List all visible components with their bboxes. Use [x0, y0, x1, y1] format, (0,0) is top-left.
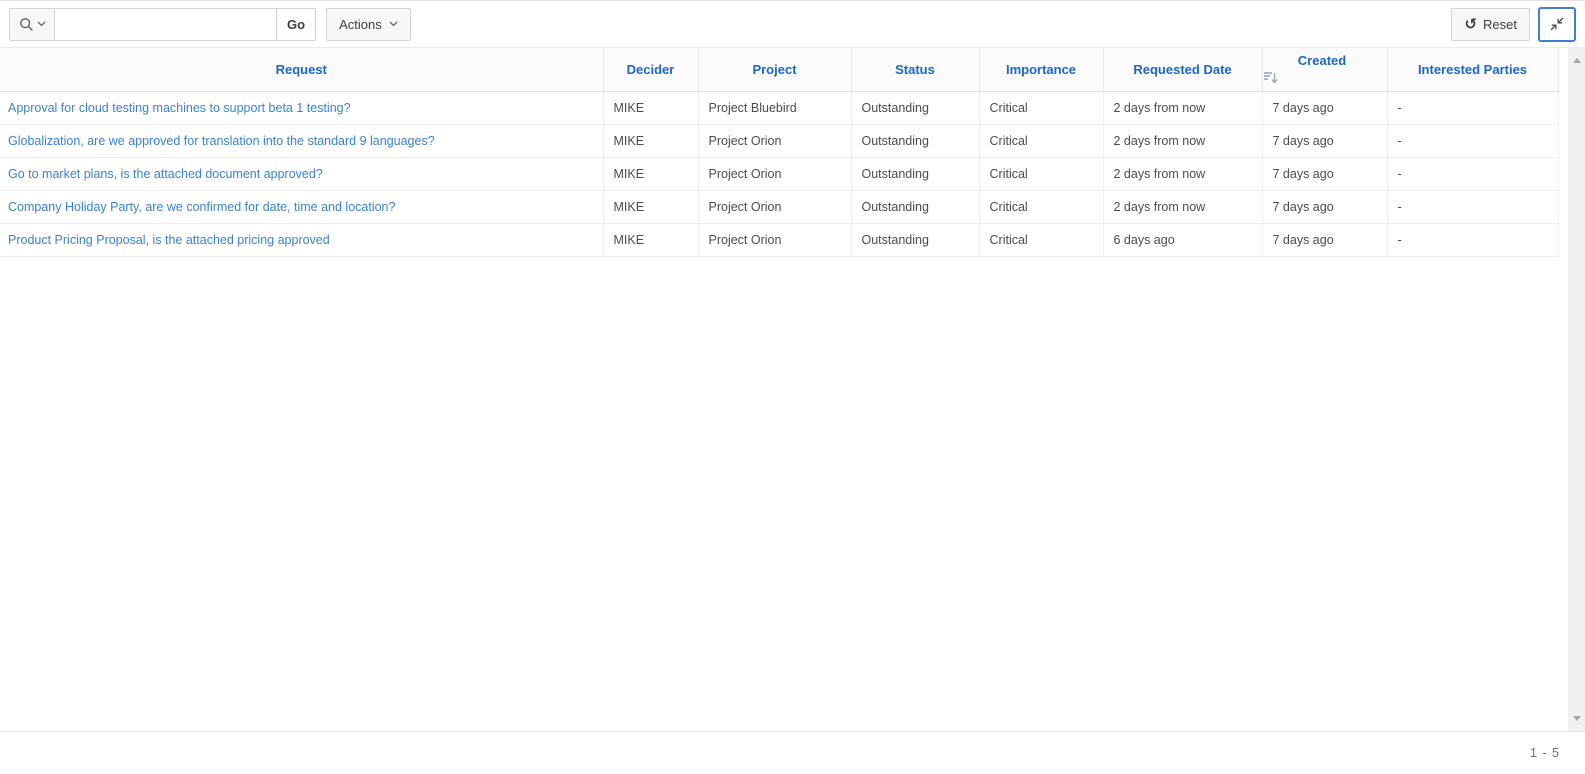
- cell-project: Project Orion: [698, 124, 851, 157]
- column-header-interested-parties[interactable]: Interested Parties: [1387, 48, 1558, 91]
- cell-project: Project Bluebird: [698, 91, 851, 124]
- collapse-icon: [1549, 16, 1565, 32]
- search-input[interactable]: [55, 8, 277, 41]
- cell-project: Project Orion: [698, 157, 851, 190]
- cell-interested-parties: -: [1387, 124, 1558, 157]
- cell-decider: MIKE: [603, 124, 698, 157]
- cell-project: Project Orion: [698, 190, 851, 223]
- chevron-down-icon: [389, 21, 398, 27]
- column-header-request[interactable]: Request: [0, 48, 603, 91]
- cell-created: 7 days ago: [1262, 190, 1387, 223]
- table-row: Globalization, are we approved for trans…: [0, 124, 1558, 157]
- column-header-decider[interactable]: Decider: [603, 48, 698, 91]
- interactive-report-region: Request Decider Project Status Importanc…: [0, 48, 1585, 731]
- cell-created: 7 days ago: [1262, 91, 1387, 124]
- vertical-scrollbar[interactable]: [1568, 48, 1585, 731]
- cell-status: Outstanding: [851, 157, 979, 190]
- cell-importance: Critical: [979, 91, 1103, 124]
- request-link[interactable]: Product Pricing Proposal, is the attache…: [8, 233, 330, 247]
- cell-decider: MIKE: [603, 190, 698, 223]
- table-row: Go to market plans, is the attached docu…: [0, 157, 1558, 190]
- table-row: Product Pricing Proposal, is the attache…: [0, 223, 1558, 256]
- header-row: Request Decider Project Status Importanc…: [0, 48, 1558, 91]
- column-header-status[interactable]: Status: [851, 48, 979, 91]
- cell-requested-date: 2 days from now: [1103, 91, 1262, 124]
- reset-button-label: Reset: [1483, 17, 1517, 32]
- cell-interested-parties: -: [1387, 223, 1558, 256]
- pagination-range: 1 - 5: [1530, 746, 1560, 760]
- search-bar: Go: [9, 8, 316, 41]
- cell-status: Outstanding: [851, 190, 979, 223]
- cell-requested-date: 2 days from now: [1103, 157, 1262, 190]
- cell-importance: Critical: [979, 157, 1103, 190]
- request-link[interactable]: Globalization, are we approved for trans…: [8, 134, 435, 148]
- request-link[interactable]: Approval for cloud testing machines to s…: [8, 101, 351, 115]
- cell-interested-parties: -: [1387, 190, 1558, 223]
- collapse-region-button[interactable]: [1538, 7, 1576, 42]
- table-row: Approval for cloud testing machines to s…: [0, 91, 1558, 124]
- cell-status: Outstanding: [851, 124, 979, 157]
- actions-button[interactable]: Actions: [326, 8, 411, 41]
- cell-project: Project Orion: [698, 223, 851, 256]
- request-link[interactable]: Go to market plans, is the attached docu…: [8, 167, 323, 181]
- cell-importance: Critical: [979, 124, 1103, 157]
- column-header-project[interactable]: Project: [698, 48, 851, 91]
- cell-interested-parties: -: [1387, 157, 1558, 190]
- cell-requested-date: 2 days from now: [1103, 190, 1262, 223]
- table-row: Company Holiday Party, are we confirmed …: [0, 190, 1558, 223]
- cell-requested-date: 6 days ago: [1103, 223, 1262, 256]
- report-table: Request Decider Project Status Importanc…: [0, 48, 1559, 257]
- cell-interested-parties: -: [1387, 91, 1558, 124]
- search-icon: [19, 17, 34, 32]
- report-footer: 1 - 5: [0, 731, 1585, 774]
- cell-decider: MIKE: [603, 223, 698, 256]
- reset-icon: ↺: [1464, 17, 1477, 32]
- report-table-body: Approval for cloud testing machines to s…: [0, 91, 1558, 256]
- actions-button-label: Actions: [339, 17, 382, 32]
- cell-status: Outstanding: [851, 223, 979, 256]
- column-header-requested-date[interactable]: Requested Date: [1103, 48, 1262, 91]
- scroll-down-icon[interactable]: [1573, 716, 1581, 721]
- reset-button[interactable]: ↺ Reset: [1451, 8, 1530, 41]
- cell-created: 7 days ago: [1262, 223, 1387, 256]
- sort-descending-icon: [1263, 71, 1387, 85]
- cell-importance: Critical: [979, 190, 1103, 223]
- search-options-button[interactable]: [9, 8, 55, 41]
- column-header-importance[interactable]: Importance: [979, 48, 1103, 91]
- cell-status: Outstanding: [851, 91, 979, 124]
- request-link[interactable]: Company Holiday Party, are we confirmed …: [8, 200, 395, 214]
- scroll-up-icon[interactable]: [1573, 58, 1581, 63]
- column-header-created[interactable]: Created: [1262, 48, 1387, 91]
- cell-created: 7 days ago: [1262, 157, 1387, 190]
- toolbar: Go Actions ↺ Reset: [0, 0, 1585, 48]
- cell-created: 7 days ago: [1262, 124, 1387, 157]
- cell-decider: MIKE: [603, 91, 698, 124]
- go-button[interactable]: Go: [277, 8, 316, 41]
- cell-requested-date: 2 days from now: [1103, 124, 1262, 157]
- cell-importance: Critical: [979, 223, 1103, 256]
- chevron-down-icon: [37, 21, 46, 27]
- cell-decider: MIKE: [603, 157, 698, 190]
